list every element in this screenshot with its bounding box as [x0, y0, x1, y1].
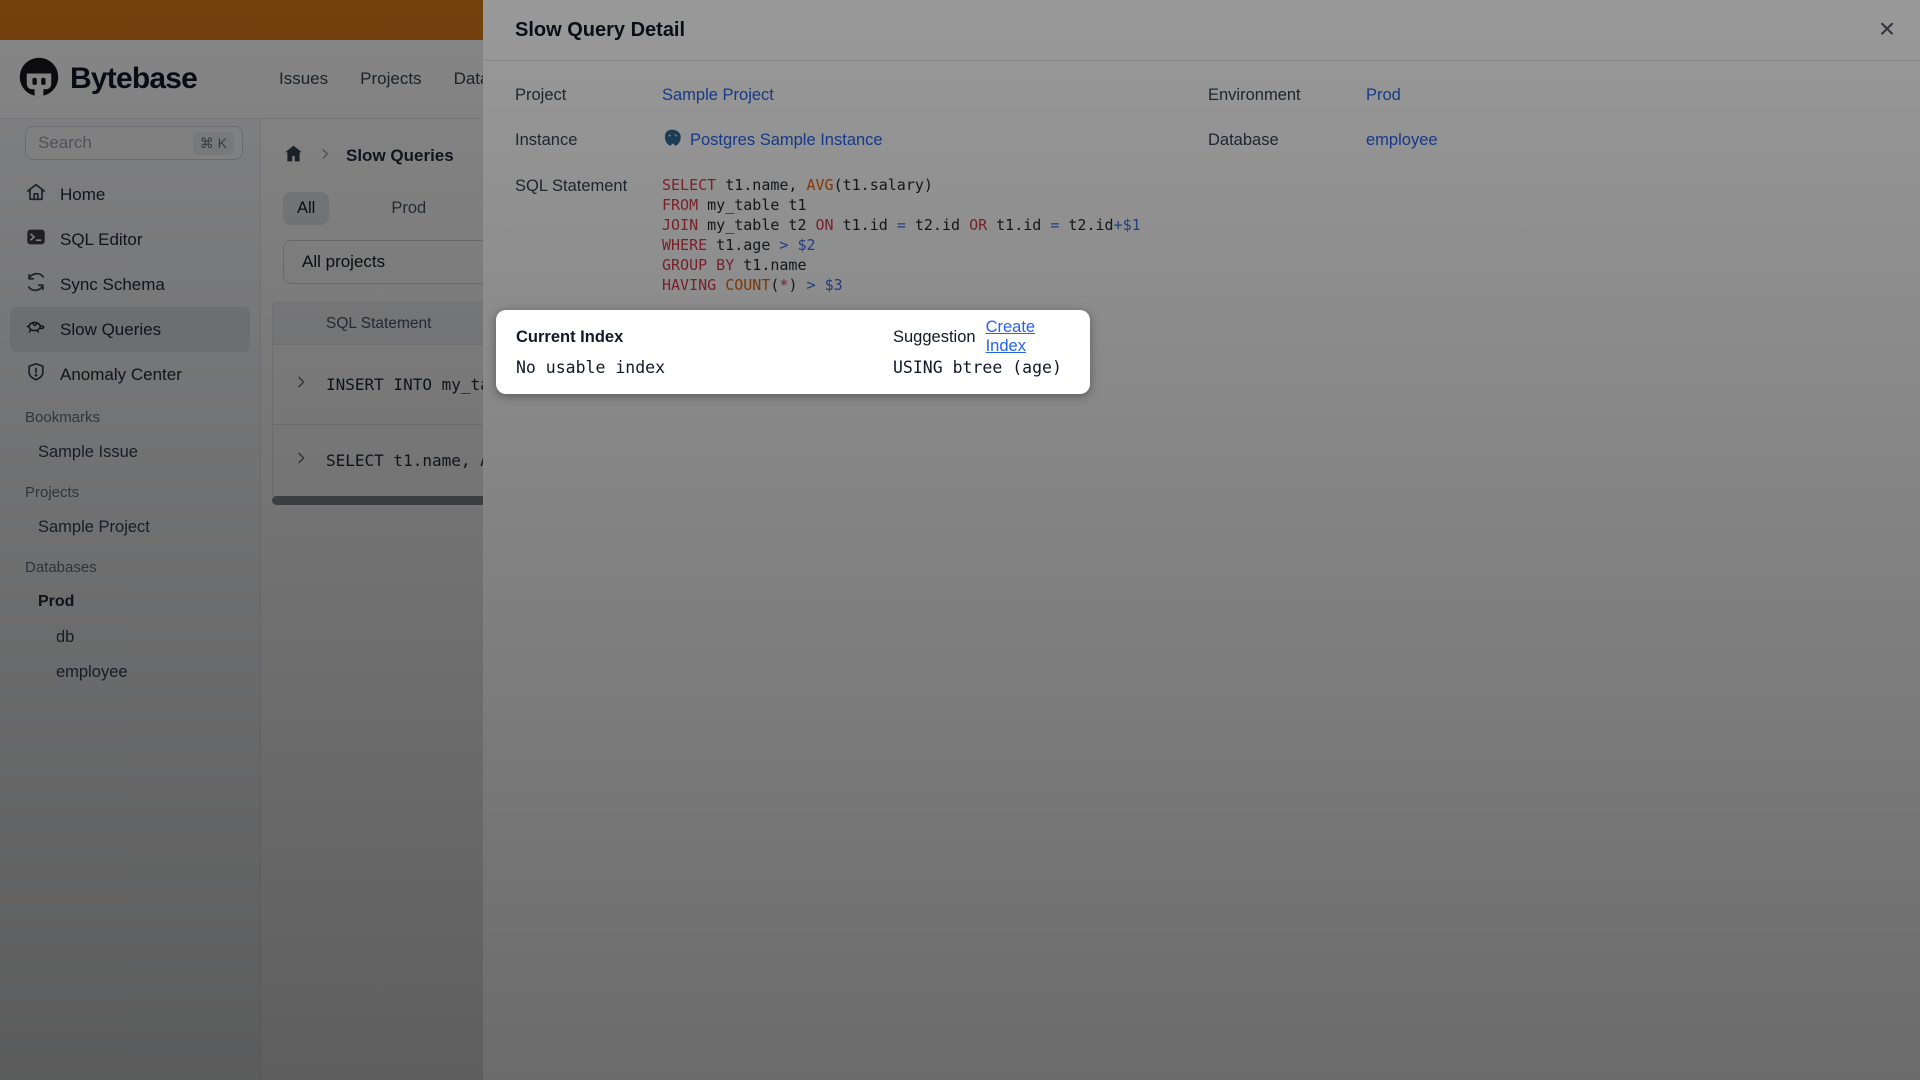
current-index-value: No usable index	[516, 357, 666, 377]
current-index-label: Current Index	[516, 327, 624, 346]
screen: Bytebase Issues Projects Databases ⌘ K H…	[0, 0, 1920, 1080]
index-advisor-card: Current Index Suggestion Create Index No…	[496, 310, 1090, 394]
index-card-value-row: No usable index USING btree (age)	[516, 352, 1070, 382]
spotlight-overlay	[0, 0, 1920, 1080]
create-index-link[interactable]: Create Index	[986, 318, 1070, 356]
suggestion-label: Suggestion	[893, 327, 976, 346]
suggestion-value: USING btree (age)	[893, 357, 1062, 377]
index-card-header-row: Current Index Suggestion Create Index	[516, 318, 1070, 355]
